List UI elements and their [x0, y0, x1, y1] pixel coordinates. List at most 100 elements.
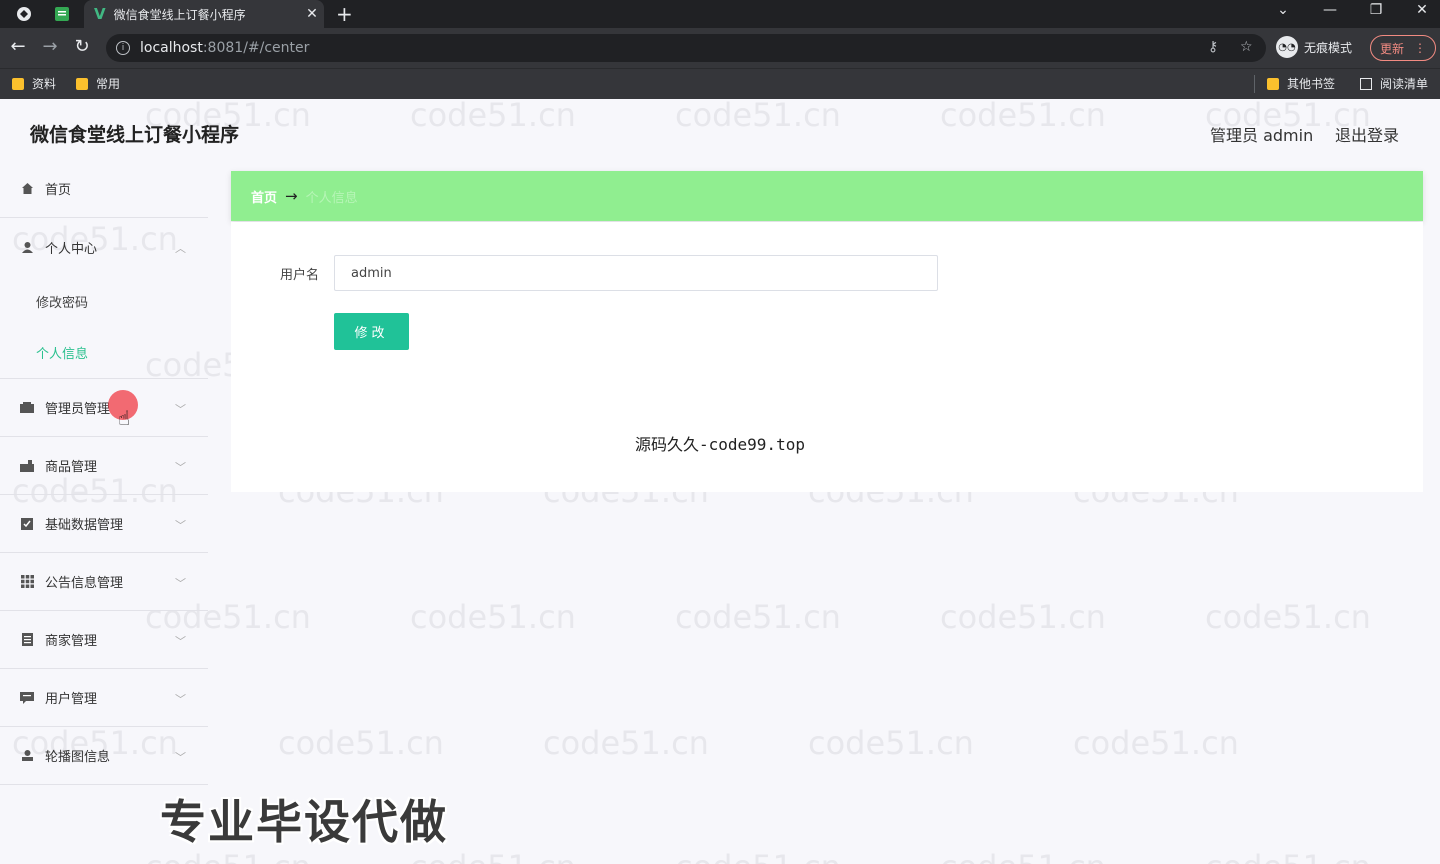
- product-icon: [20, 459, 34, 473]
- update-button[interactable]: 更新 ⋮: [1370, 35, 1436, 61]
- watermark-text: code51.cn: [278, 724, 444, 762]
- chevron-down-icon: ﹀: [175, 403, 186, 416]
- sidebar-item-product-management[interactable]: 商品管理 ﹀: [0, 437, 208, 495]
- hand-cursor-icon: ☝: [118, 406, 131, 430]
- watermark-text: code51.cn: [675, 100, 841, 134]
- url-field[interactable]: i localhost :8081/#/center ⚷ ☆: [106, 34, 1266, 62]
- breadcrumb-home[interactable]: 首页: [251, 187, 277, 206]
- extension-icon[interactable]: [52, 4, 72, 24]
- bookmarks-bar: 资料 常用 其他书签 阅读清单: [0, 68, 1440, 99]
- more-menu-icon[interactable]: ⋮: [1414, 41, 1426, 55]
- bookmark-divider: [1254, 75, 1255, 93]
- url-host: localhost: [140, 40, 203, 56]
- sidebar-item-label: 轮播图信息: [45, 750, 111, 765]
- submit-button[interactable]: 修改: [334, 313, 409, 350]
- browser-address-bar: ← → ↻ i localhost :8081/#/center ⚷ ☆ ◔◔ …: [0, 28, 1440, 68]
- username-field[interactable]: [334, 255, 938, 291]
- sidebar: 首页 个人中心 ︿ 修改密码 个人信息 管理员管理 ﹀ 商品管理 ﹀ 基础数据管…: [0, 160, 208, 785]
- reload-icon[interactable]: ↻: [70, 36, 94, 57]
- sidebar-item-label: 个人中心: [45, 241, 98, 257]
- reading-list-icon: [1360, 77, 1372, 90]
- window-close-icon[interactable]: ✕: [1407, 2, 1437, 18]
- chevron-down-icon: ﹀: [175, 693, 186, 706]
- watermark-text: code51.cn: [543, 724, 709, 762]
- sidebar-item-carousel-info[interactable]: 轮播图信息 ﹀: [0, 727, 208, 785]
- sidebar-item-label: 商品管理: [45, 460, 98, 475]
- chevron-up-icon: ︿: [175, 242, 186, 255]
- home-icon: [20, 182, 34, 196]
- sidebar-item-label: 商家管理: [45, 634, 98, 649]
- source-caption: 源码久久-code99.top: [635, 435, 805, 454]
- bookmark-label: 常用: [96, 77, 121, 91]
- app-title: 微信食堂线上订餐小程序: [30, 124, 240, 146]
- grid-icon: [20, 575, 34, 589]
- bookmark-label: 阅读清单: [1380, 77, 1429, 91]
- folder-icon: [12, 77, 24, 90]
- bookmark-folder-resources[interactable]: 资料: [12, 75, 56, 92]
- back-icon[interactable]: ←: [6, 36, 30, 57]
- username-label: 用户名: [280, 268, 320, 283]
- chevron-down-icon: ﹀: [175, 751, 186, 764]
- browser-menu-icon[interactable]: [14, 4, 34, 24]
- sidebar-item-user-management[interactable]: 用户管理 ﹀: [0, 669, 208, 727]
- profile-form: 用户名 修改: [231, 222, 1423, 492]
- sidebar-item-personal-info[interactable]: 个人信息: [0, 327, 208, 378]
- breadcrumb: 首页 → 个人信息: [231, 171, 1423, 221]
- logout-link[interactable]: 退出登录: [1335, 122, 1399, 146]
- sidebar-item-change-password[interactable]: 修改密码: [0, 276, 208, 327]
- document-icon: [20, 633, 34, 647]
- sidebar-item-label: 首页: [45, 183, 72, 198]
- incognito-indicator[interactable]: ◔◔ 无痕模式: [1276, 36, 1352, 58]
- breadcrumb-current: 个人信息: [305, 190, 358, 206]
- forward-icon[interactable]: →: [38, 36, 62, 57]
- app-viewport: code51.cn code51.cn code51.cn code51.cn code…: [0, 100, 1440, 864]
- chevron-down-icon: ﹀: [175, 461, 186, 474]
- promo-caption: 专业毕设代做: [160, 795, 448, 849]
- reading-list[interactable]: 阅读清单: [1360, 75, 1428, 92]
- watermark-text: code51.cn: [940, 848, 1106, 864]
- sidebar-item-label: 基础数据管理: [45, 518, 124, 533]
- incognito-icon: ◔◔: [1276, 36, 1298, 58]
- sidebar-item-basic-data-management[interactable]: 基础数据管理 ﹀: [0, 495, 208, 553]
- checklist-icon: [20, 517, 34, 531]
- sidebar-item-home[interactable]: 首页: [0, 160, 208, 218]
- folder-icon: [76, 77, 88, 90]
- minimize-icon[interactable]: —: [1315, 2, 1345, 18]
- tab-search-icon[interactable]: ⌄: [1268, 2, 1298, 18]
- watermark-text: code51.cn: [808, 724, 974, 762]
- sidebar-item-personal-center[interactable]: 个人中心 ︿: [0, 218, 208, 276]
- site-info-icon[interactable]: i: [116, 41, 130, 55]
- current-user: 管理员 admin: [1210, 126, 1314, 145]
- personal-center-submenu: 修改密码 个人信息: [0, 276, 208, 379]
- sidebar-item-label: 用户管理: [45, 692, 98, 707]
- incognito-label: 无痕模式: [1304, 40, 1353, 55]
- watermark-text: code51.cn: [675, 598, 841, 636]
- bookmark-folder-common[interactable]: 常用: [76, 75, 120, 92]
- watermark-text: code51.cn: [1073, 724, 1239, 762]
- watermark-text: code51.cn: [410, 598, 576, 636]
- tab-close-icon[interactable]: ✕: [300, 6, 324, 22]
- watermark-text: code51.cn: [1205, 598, 1371, 636]
- url-path: :8081/#/center: [202, 40, 310, 56]
- vue-logo-icon: V: [94, 5, 106, 23]
- chevron-down-icon: ﹀: [175, 577, 186, 590]
- sidebar-item-label: 公告信息管理: [45, 576, 124, 591]
- watermark-text: code51.cn: [940, 598, 1106, 636]
- breadcrumb-arrow-icon: →: [285, 187, 298, 205]
- chevron-down-icon: ﹀: [175, 635, 186, 648]
- active-tab[interactable]: V 微信食堂线上订餐小程序 ✕: [84, 0, 324, 28]
- tab-title: 微信食堂线上订餐小程序: [113, 7, 246, 22]
- key-icon[interactable]: ⚷: [1208, 39, 1218, 55]
- sidebar-item-merchant-management[interactable]: 商家管理 ﹀: [0, 611, 208, 669]
- new-tab-icon[interactable]: +: [336, 2, 353, 26]
- watermark-text: code51.cn: [410, 100, 576, 134]
- sidebar-item-notice-management[interactable]: 公告信息管理 ﹀: [0, 553, 208, 611]
- bookmark-folder-other[interactable]: 其他书签: [1267, 75, 1335, 92]
- chevron-down-icon: ﹀: [175, 519, 186, 532]
- bookmark-label: 资料: [32, 77, 57, 91]
- update-label: 更新: [1379, 41, 1404, 56]
- restore-icon[interactable]: ❐: [1361, 2, 1391, 18]
- sidebar-item-admin-management[interactable]: 管理员管理 ﹀: [0, 379, 208, 437]
- bookmark-star-icon[interactable]: ☆: [1240, 39, 1253, 55]
- bookmark-label: 其他书签: [1287, 77, 1336, 91]
